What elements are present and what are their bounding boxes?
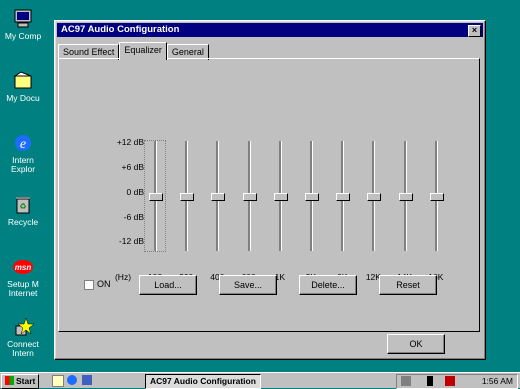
slider-thumb[interactable] xyxy=(273,193,288,201)
desktop-icon-label: My Docu xyxy=(6,94,40,103)
eq-slider-200[interactable] xyxy=(176,141,196,251)
desktop-icon-label: Intern Explor xyxy=(10,156,36,174)
desktop-icon-label: Recycle xyxy=(7,218,39,227)
db-label-plus6: +6 dB xyxy=(121,162,144,172)
eq-slider-1k[interactable] xyxy=(270,141,290,251)
desktop-icon-connect[interactable]: Connect Intern xyxy=(0,316,46,358)
slider-thumb[interactable] xyxy=(336,193,351,201)
window-title: AC97 Audio Configuration xyxy=(61,24,180,35)
db-label-plus12: +12 dB xyxy=(116,137,144,147)
slider-thumb[interactable] xyxy=(367,193,382,201)
desktop-icon-label: Setup M Internet xyxy=(7,280,39,298)
volume-tray-icon[interactable] xyxy=(427,376,433,386)
ac97-config-window: AC97 Audio Configuration × Sound Effect … xyxy=(54,20,486,360)
db-label-0: 0 dB xyxy=(126,187,145,197)
desktop-icon-label: My Comp xyxy=(4,32,42,41)
eq-slider-14k[interactable] xyxy=(395,141,415,251)
start-label: Start xyxy=(16,376,36,386)
quick-launch-ie-icon[interactable] xyxy=(67,375,77,385)
internet-explorer-icon: e xyxy=(15,135,31,152)
slider-thumb[interactable] xyxy=(149,193,163,201)
load-button[interactable]: Load... xyxy=(139,275,197,295)
my-documents-icon xyxy=(13,71,32,89)
desktop-icon-setup-msn[interactable]: msn Setup M Internet xyxy=(0,256,46,298)
eq-slider-400[interactable] xyxy=(207,141,227,251)
eq-slider-100[interactable] xyxy=(144,140,166,252)
my-computer-icon xyxy=(14,9,32,28)
on-checkbox[interactable]: ON xyxy=(84,279,111,290)
svg-text:♻: ♻ xyxy=(19,202,26,211)
show-desktop-icon[interactable] xyxy=(52,375,64,387)
slider-thumb[interactable] xyxy=(429,193,444,201)
desktop-icon-my-documents[interactable]: My Docu xyxy=(0,70,46,103)
quick-launch-outlook-icon[interactable] xyxy=(82,375,92,385)
equalizer-panel: +12 dB +6 dB 0 dB -6 dB -12 dB (Hz) 1002… xyxy=(58,58,480,332)
close-button[interactable]: × xyxy=(468,25,481,37)
db-label-minus12: -12 dB xyxy=(118,236,144,246)
msn-icon: msn xyxy=(13,260,33,274)
slider-thumb[interactable] xyxy=(398,193,413,201)
network-tray-icon[interactable] xyxy=(401,376,411,386)
desktop-icon-my-computer[interactable]: My Comp xyxy=(0,8,46,41)
connect-icon xyxy=(15,317,34,336)
title-bar[interactable]: AC97 Audio Configuration × xyxy=(57,23,483,37)
desktop-icon-internet-explorer[interactable]: e Intern Explor xyxy=(0,132,46,174)
delete-button[interactable]: Delete... xyxy=(299,275,357,295)
eq-slider-12k[interactable] xyxy=(363,141,383,251)
svg-text:msn: msn xyxy=(15,263,32,272)
taskbar: Start AC97 Audio Configuration 1:56 AM xyxy=(0,372,520,389)
ati-tray-icon[interactable] xyxy=(445,376,455,386)
windows-logo-icon xyxy=(5,376,14,385)
tab-strip: Sound Effect Equalizer General xyxy=(58,42,209,60)
on-checkbox-label: ON xyxy=(97,279,111,289)
eq-slider-600[interactable] xyxy=(239,141,259,251)
save-button[interactable]: Save... xyxy=(219,275,277,295)
eq-slider-16k[interactable] xyxy=(426,141,446,251)
ok-button[interactable]: OK xyxy=(387,334,445,354)
slider-thumb[interactable] xyxy=(211,193,226,201)
tab-equalizer[interactable]: Equalizer xyxy=(119,42,167,60)
svg-text:e: e xyxy=(20,137,26,152)
hz-unit-label: (Hz) xyxy=(114,272,132,282)
db-label-minus6: -6 dB xyxy=(123,212,144,222)
eq-slider-3k[interactable] xyxy=(301,141,321,251)
slider-thumb[interactable] xyxy=(242,193,257,201)
on-checkbox-box[interactable] xyxy=(84,279,94,290)
desktop-icon-recycle-bin[interactable]: ♻ Recycle xyxy=(0,194,46,227)
clock: 1:56 AM xyxy=(481,376,513,386)
desktop-icon-label: Connect Intern xyxy=(7,340,39,358)
slider-thumb[interactable] xyxy=(305,193,319,201)
recycle-bin-icon: ♻ xyxy=(16,197,30,214)
eq-slider-6k[interactable] xyxy=(332,141,352,251)
reset-button[interactable]: Reset xyxy=(379,275,437,295)
slider-thumb[interactable] xyxy=(180,193,195,201)
